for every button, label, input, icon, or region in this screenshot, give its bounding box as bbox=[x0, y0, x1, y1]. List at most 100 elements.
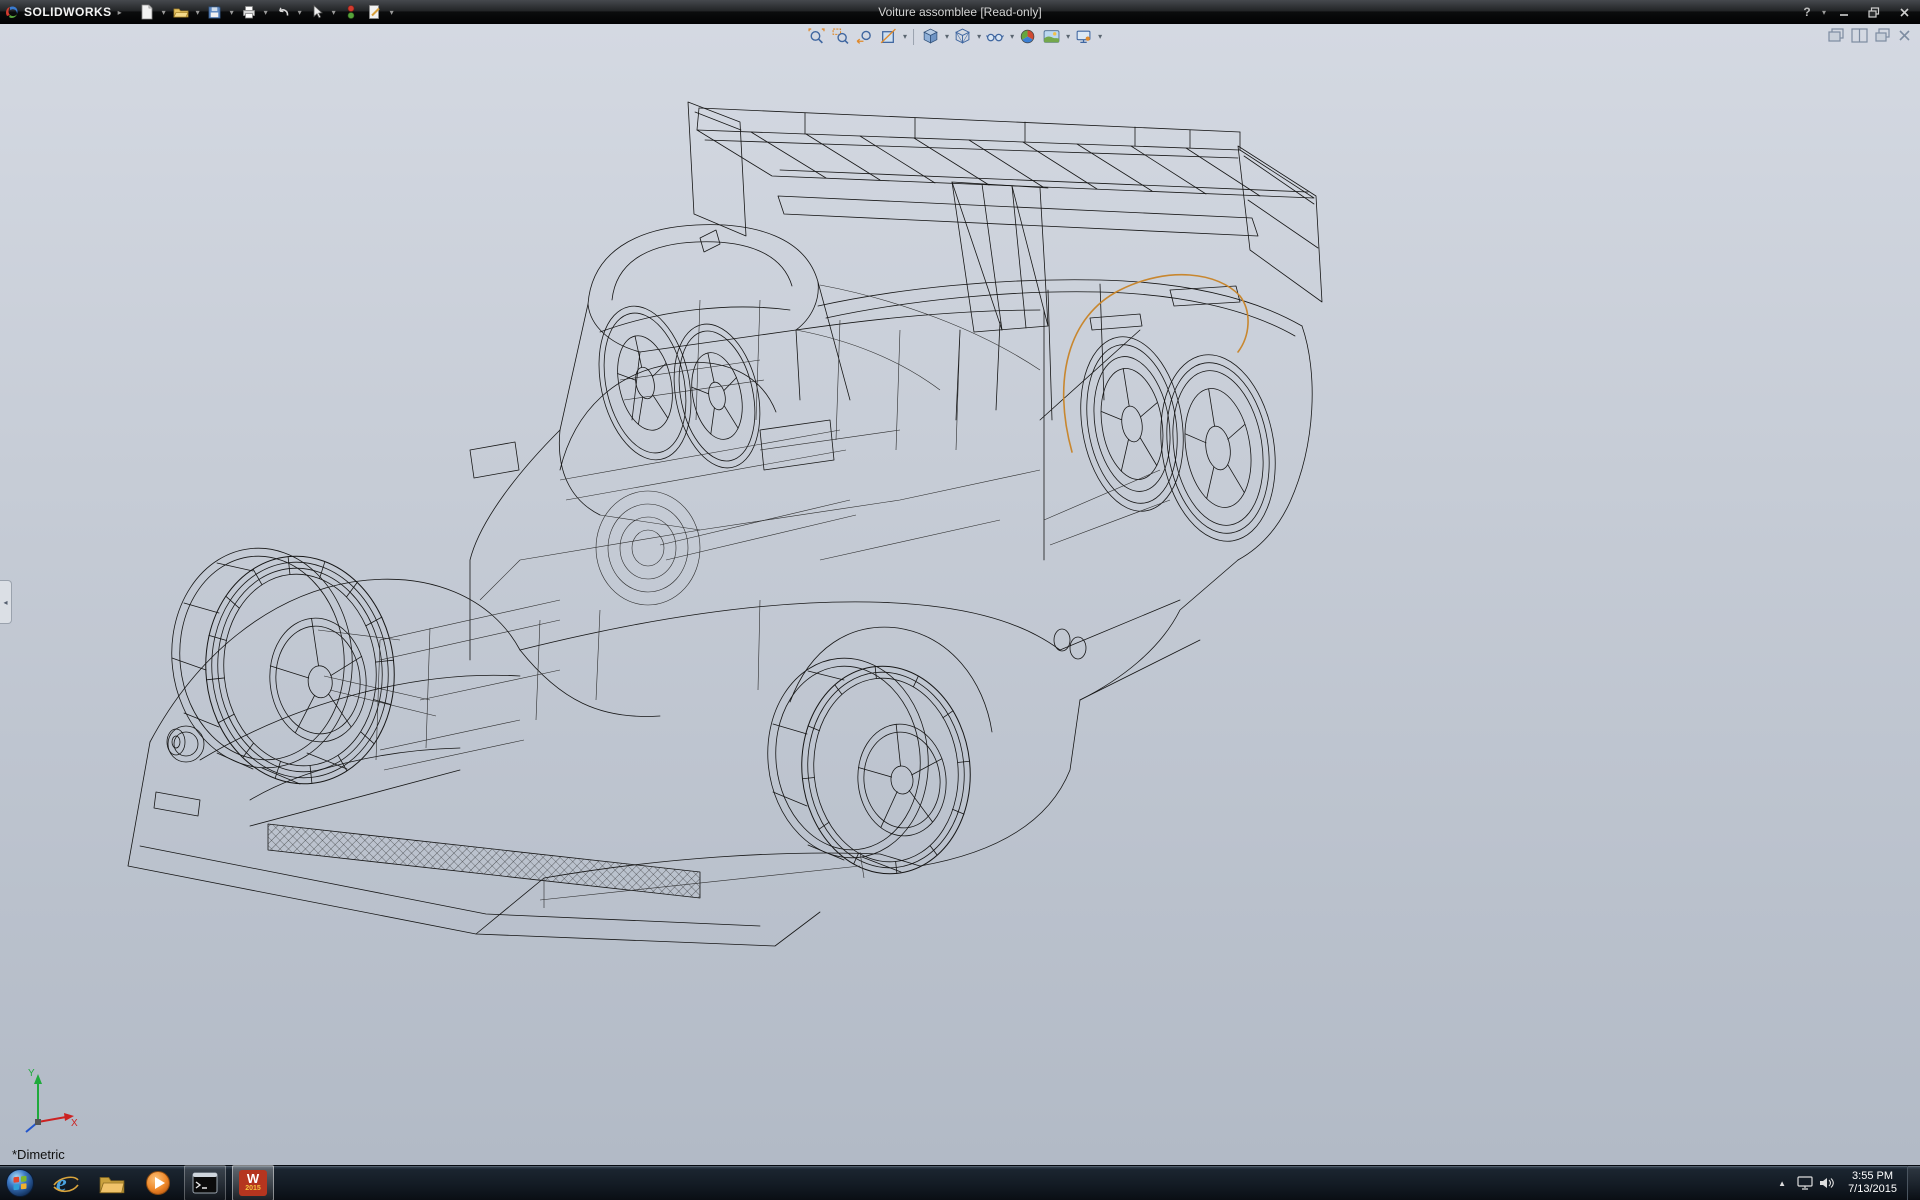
apply-scene-icon bbox=[1043, 28, 1060, 45]
clock-time: 3:55 PM bbox=[1852, 1170, 1893, 1183]
media-player-button[interactable] bbox=[138, 1166, 178, 1200]
quick-access-toolbar: SOLIDWORKS ▸ ▾ ▾ bbox=[0, 2, 396, 22]
new-document-icon bbox=[140, 4, 154, 20]
select-caret-icon[interactable]: ▾ bbox=[330, 8, 338, 17]
command-prompt-icon bbox=[191, 1171, 219, 1195]
solidworks-logo[interactable]: SOLIDWORKS ▸ bbox=[4, 4, 134, 20]
open-document-button[interactable] bbox=[170, 2, 192, 22]
display-tray-icon bbox=[1797, 1176, 1813, 1190]
zoom-to-area-button[interactable] bbox=[830, 27, 851, 46]
system-tray: ▲ 3:55 PM 7/13/2015 bbox=[1770, 1166, 1920, 1200]
rear-right-wheel-outer bbox=[1148, 346, 1288, 549]
section-view-button[interactable] bbox=[878, 27, 899, 46]
app-name: SOLIDWORKS bbox=[24, 5, 112, 19]
edit-appearance-button[interactable] bbox=[1017, 27, 1038, 46]
view-orientation-caret-icon[interactable]: ▾ bbox=[945, 32, 949, 41]
apply-scene-caret-icon[interactable]: ▾ bbox=[1066, 32, 1070, 41]
undo-arrow-icon bbox=[275, 4, 291, 20]
headsup-view-toolbar: ▾ ▾ ▾ bbox=[806, 27, 1102, 46]
zoom-to-area-icon bbox=[832, 28, 849, 45]
new-document-caret-icon[interactable]: ▾ bbox=[160, 8, 168, 17]
print-caret-icon[interactable]: ▾ bbox=[262, 8, 270, 17]
desktop: SOLIDWORKS ▸ ▾ ▾ bbox=[0, 0, 1920, 1200]
tile-windows-button[interactable] bbox=[1851, 28, 1868, 43]
save-button[interactable] bbox=[204, 2, 226, 22]
rear-left-wheel bbox=[758, 650, 980, 882]
orientation-triad: Y X bbox=[8, 1062, 82, 1136]
doc-restore-button[interactable] bbox=[1874, 28, 1891, 43]
rebuild-button[interactable] bbox=[340, 2, 362, 22]
triad-origin bbox=[35, 1119, 41, 1125]
panel-collapse-arrow-icon: ◂ bbox=[3, 598, 7, 607]
minimize-button[interactable] bbox=[1830, 2, 1858, 22]
view-settings-caret-icon[interactable]: ▾ bbox=[1098, 32, 1102, 41]
zoom-to-fit-button[interactable] bbox=[806, 27, 827, 46]
print-button[interactable] bbox=[238, 2, 260, 22]
restore-button[interactable] bbox=[1860, 2, 1888, 22]
windows-start-orb-icon bbox=[5, 1168, 35, 1198]
save-caret-icon[interactable]: ▾ bbox=[228, 8, 236, 17]
media-player-icon bbox=[144, 1169, 172, 1197]
printer-icon bbox=[241, 4, 257, 20]
panel-collapse-tab[interactable]: ◂ bbox=[0, 580, 12, 624]
close-button[interactable] bbox=[1890, 2, 1918, 22]
cascade-windows-button[interactable] bbox=[1828, 28, 1845, 43]
toolbar-separator bbox=[913, 29, 914, 45]
sketch-button[interactable] bbox=[364, 2, 386, 22]
view-settings-button[interactable] bbox=[1073, 27, 1094, 46]
show-hidden-icons-button[interactable]: ▲ bbox=[1770, 1179, 1794, 1188]
internet-explorer-button[interactable]: e bbox=[46, 1166, 86, 1200]
selected-edge[interactable] bbox=[1064, 275, 1248, 452]
section-view-caret-icon[interactable]: ▾ bbox=[903, 32, 907, 41]
open-document-caret-icon[interactable]: ▾ bbox=[194, 8, 202, 17]
select-button[interactable] bbox=[306, 2, 328, 22]
front-left-wheel bbox=[161, 539, 405, 793]
undo-caret-icon[interactable]: ▾ bbox=[296, 8, 304, 17]
display-style-caret-icon[interactable]: ▾ bbox=[977, 32, 981, 41]
ie-letter: e bbox=[56, 1171, 67, 1197]
view-orientation-button[interactable] bbox=[920, 27, 941, 46]
titlebar: SOLIDWORKS ▸ ▾ ▾ bbox=[0, 0, 1920, 24]
front-right-wheel-inner bbox=[586, 298, 705, 469]
close-icon bbox=[1899, 7, 1910, 18]
doc-close-button[interactable] bbox=[1897, 28, 1912, 43]
volume-tray-button[interactable] bbox=[1816, 1166, 1838, 1200]
help-caret-icon[interactable]: ▾ bbox=[1820, 8, 1828, 17]
display-style-button[interactable] bbox=[952, 27, 973, 46]
sketch-pencil-icon bbox=[367, 4, 382, 20]
undo-button[interactable] bbox=[272, 2, 294, 22]
y-axis-label: Y bbox=[28, 1068, 35, 1079]
help-button[interactable]: ? bbox=[1796, 2, 1818, 22]
logo-menu-caret-icon[interactable]: ▸ bbox=[116, 8, 124, 17]
show-desktop-button[interactable] bbox=[1907, 1166, 1920, 1200]
graphics-area[interactable]: ▾ ▾ ▾ bbox=[0, 24, 1920, 1166]
hide-show-items-caret-icon[interactable]: ▾ bbox=[1010, 32, 1014, 41]
doc-restore-icon bbox=[1874, 28, 1891, 43]
restore-down-icon bbox=[1868, 7, 1880, 18]
tile-windows-icon bbox=[1851, 28, 1868, 43]
display-style-cube-icon bbox=[954, 28, 971, 45]
solidworks-taskbar-button[interactable]: W 2015 bbox=[232, 1165, 274, 1200]
display-tray-button[interactable] bbox=[1794, 1166, 1816, 1200]
previous-view-button[interactable] bbox=[854, 27, 875, 46]
apply-scene-button[interactable] bbox=[1041, 27, 1062, 46]
new-document-button[interactable] bbox=[136, 2, 158, 22]
file-explorer-button[interactable] bbox=[92, 1166, 132, 1200]
select-cursor-icon bbox=[310, 4, 324, 20]
doc-close-icon bbox=[1897, 28, 1912, 43]
volume-tray-icon bbox=[1819, 1176, 1835, 1190]
sketch-caret-icon[interactable]: ▾ bbox=[388, 8, 396, 17]
start-button[interactable] bbox=[0, 1166, 40, 1200]
command-prompt-button[interactable] bbox=[184, 1165, 226, 1200]
rear-right-wheel-inner bbox=[1069, 329, 1195, 518]
model-wireframe-race-car[interactable] bbox=[0, 24, 1920, 1166]
clock-date: 7/13/2015 bbox=[1848, 1183, 1897, 1196]
internet-explorer-icon: e bbox=[52, 1169, 80, 1197]
open-folder-icon bbox=[173, 4, 189, 20]
dassault-logo-icon bbox=[4, 4, 20, 20]
window-controls: ? ▾ bbox=[1796, 0, 1918, 24]
taskbar-clock[interactable]: 3:55 PM 7/13/2015 bbox=[1838, 1170, 1907, 1196]
view-orientation-label: *Dimetric bbox=[12, 1147, 65, 1162]
solidworks-app-icon: W 2015 bbox=[239, 1170, 267, 1196]
hide-show-items-button[interactable] bbox=[984, 27, 1006, 46]
